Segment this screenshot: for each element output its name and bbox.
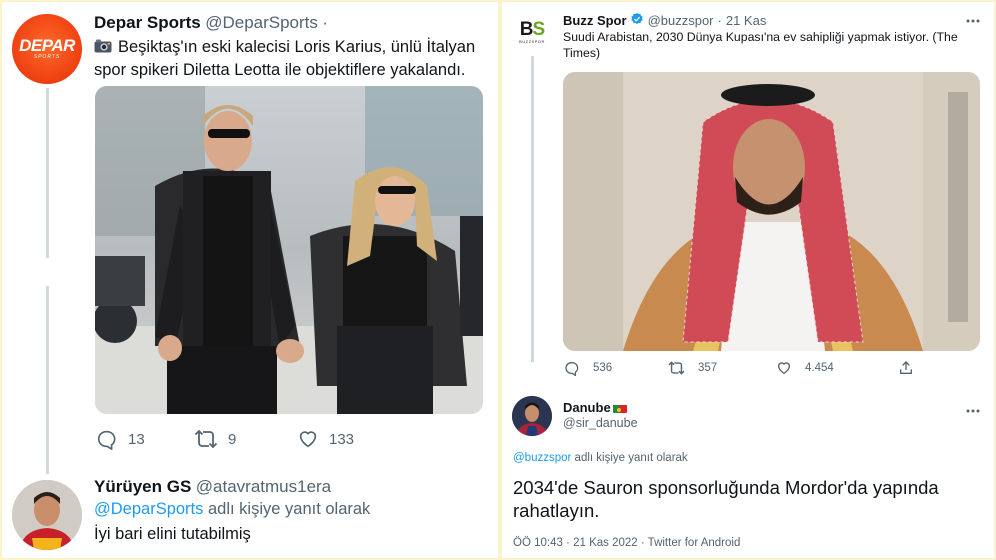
author-name[interactable]: Buzz Spor bbox=[563, 13, 627, 28]
depar-sports-avatar[interactable]: DEPAR SPORTS bbox=[12, 14, 82, 84]
retweet-count: 357 bbox=[698, 362, 718, 374]
replying-to-mention[interactable]: @buzzspor bbox=[513, 452, 571, 464]
replying-to: @buzzspor adlı kişiye yanıt olarak bbox=[513, 452, 688, 464]
tweet-text: Beşiktaş'ın eski kalecisi Loris Karius, … bbox=[94, 36, 486, 82]
reply-count: 13 bbox=[128, 430, 145, 448]
yuruyen-gs-avatar[interactable] bbox=[12, 480, 82, 550]
thread-line bbox=[46, 286, 49, 474]
separator-dot: · bbox=[322, 13, 329, 32]
reply-action[interactable]: 536 bbox=[564, 360, 668, 376]
tweet-header: Depar Sports @DeparSports · bbox=[94, 13, 328, 33]
buzz-logo: BS bbox=[519, 18, 546, 40]
reply-author-handle[interactable]: @atavratmus1era bbox=[196, 477, 331, 496]
tweet-date[interactable]: 21 Kas bbox=[726, 13, 766, 28]
reply-icon bbox=[564, 360, 580, 376]
retweet-count: 9 bbox=[228, 430, 237, 448]
like-action[interactable]: 133 bbox=[297, 428, 354, 450]
reply-text: İyi bari elini tutabilmiş bbox=[94, 525, 251, 543]
reply-author-handle[interactable]: @sir_danube bbox=[563, 416, 638, 430]
replying-to: @DeparSports adlı kişiye yanıt olarak bbox=[94, 500, 370, 519]
like-action[interactable]: 4.454 bbox=[776, 360, 898, 376]
tweet-photo[interactable] bbox=[563, 72, 980, 351]
reply-action[interactable]: 13 bbox=[96, 428, 194, 450]
separator-dot: · bbox=[717, 13, 722, 28]
thread-line bbox=[531, 56, 534, 362]
retweet-icon bbox=[668, 360, 685, 376]
share-action[interactable] bbox=[898, 360, 914, 376]
depar-logo-subtext: SPORTS bbox=[33, 53, 61, 60]
buzz-logo-b: B bbox=[519, 18, 534, 40]
like-count: 4.454 bbox=[805, 362, 834, 374]
replying-to-label: adlı kişiye yanıt olarak bbox=[207, 500, 371, 518]
reply-icon bbox=[96, 428, 118, 450]
author-handle[interactable]: @DeparSports bbox=[205, 13, 318, 32]
replying-to-label: adlı kişiye yanıt olarak bbox=[574, 452, 688, 464]
like-icon bbox=[297, 428, 319, 450]
tweet-actions: 13 9 133 bbox=[96, 428, 354, 450]
like-icon bbox=[776, 360, 792, 376]
buzz-logo-sub: BUZZSPOR bbox=[519, 38, 545, 44]
depar-logo-text: DEPAR bbox=[19, 35, 75, 55]
retweet-action[interactable]: 357 bbox=[668, 360, 776, 376]
retweet-action[interactable]: 9 bbox=[194, 428, 297, 450]
more-options-icon[interactable] bbox=[966, 400, 980, 418]
tweet-header: Buzz Spor @buzzspor · 21 Kas bbox=[563, 12, 766, 29]
tweet-text: Suudi Arabistan, 2030 Dünya Kupası'na ev… bbox=[563, 30, 958, 60]
buzz-spor-avatar[interactable]: BS BUZZSPOR bbox=[512, 12, 552, 52]
tweet-metadata: ÖÖ 10:43 · 21 Kas 2022 · Twitter for And… bbox=[513, 537, 741, 549]
share-icon bbox=[898, 360, 914, 376]
camera-icon bbox=[94, 37, 112, 53]
tweet-body: Beşiktaş'ın eski kalecisi Loris Karius, … bbox=[94, 38, 476, 79]
like-count: 133 bbox=[329, 430, 355, 448]
author-name[interactable]: Depar Sports bbox=[94, 13, 201, 32]
replying-to-mention[interactable]: @DeparSports bbox=[94, 500, 203, 518]
author-handle[interactable]: @buzzspor bbox=[648, 13, 714, 28]
reply-author-name[interactable]: Danube bbox=[563, 400, 611, 415]
right-tweet-panel: BS BUZZSPOR Buzz Spor @buzzspor · 21 Kas… bbox=[502, 2, 994, 558]
portugal-flag-icon bbox=[612, 403, 627, 413]
tweet-photo[interactable] bbox=[95, 86, 483, 414]
buzz-logo-s: S bbox=[532, 18, 546, 40]
verified-badge-icon bbox=[630, 12, 644, 29]
more-options-icon[interactable] bbox=[966, 10, 980, 28]
reply-count: 536 bbox=[593, 362, 613, 374]
left-tweet-panel: DEPAR SPORTS Depar Sports @DeparSports ·… bbox=[2, 2, 498, 558]
reply-author-name[interactable]: Yürüyen GS bbox=[94, 477, 191, 496]
reply-header: Yürüyen GS @atavratmus1era bbox=[94, 477, 331, 497]
thread-line bbox=[46, 88, 49, 258]
tweet-actions: 536 357 4.454 bbox=[564, 360, 914, 376]
reply-header: Danube bbox=[563, 400, 627, 415]
danube-avatar[interactable] bbox=[512, 396, 552, 436]
retweet-icon bbox=[194, 428, 218, 450]
reply-text: 2034'de Sauron sponsorluğunda Mordor'da … bbox=[513, 477, 939, 521]
